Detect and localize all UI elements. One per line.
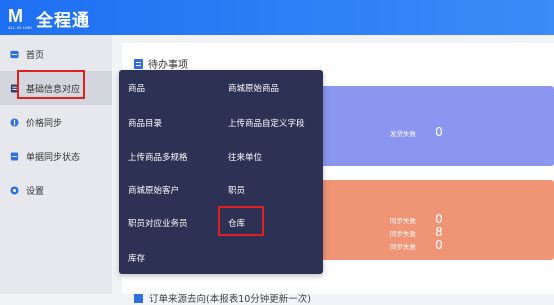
submenu-item-upload-multi-spec[interactable]: 上传商品多规格: [128, 151, 188, 163]
submenu-item-inventory[interactable]: 库存: [128, 252, 145, 264]
submenu-item-upload-custom-fields[interactable]: 上传商品自定义字段: [228, 117, 305, 129]
todo-title: 待办事项: [148, 60, 188, 71]
gear-icon: [10, 185, 19, 195]
warehouse-highlight-box: [218, 206, 264, 236]
sidebar-item-doc-sync-status[interactable]: 单据同步状态: [0, 139, 112, 173]
todo-header: 待办事项: [134, 56, 188, 71]
home-icon: [10, 50, 19, 58]
submenu-item-product[interactable]: 商品: [128, 82, 145, 94]
logo-subtitle: ALL IN LINK: [8, 25, 33, 30]
submenu-item-product-catalog[interactable]: 商品目录: [128, 117, 162, 129]
logo-mark-letter: M: [8, 6, 23, 26]
top-bar: M ALL IN LINK 全程通: [0, 0, 554, 35]
basic-info-submenu: 商品 商城原始商品 商品目录 上传商品自定义字段 上传商品多规格 往来单位 商城…: [119, 70, 323, 274]
submenu-item-mall-original-customer[interactable]: 商城原始客户: [128, 184, 179, 196]
app-logo[interactable]: M ALL IN LINK 全程通: [8, 4, 90, 32]
sidebar-item-label: 价格同步: [26, 118, 63, 129]
stat-row[interactable]: 同步失败 0: [390, 234, 443, 253]
stat-label: 发货失败: [390, 130, 416, 138]
submenu-item-staff-salesperson[interactable]: 职员对应业务员: [128, 217, 188, 229]
stat-row[interactable]: 发货失败 0: [390, 121, 443, 140]
sidebar-item-settings[interactable]: 设置: [0, 173, 112, 207]
sidebar-item-label: 单据同步状态: [26, 152, 81, 163]
stat-value: 0: [435, 125, 443, 139]
sidebar-item-home[interactable]: 首页: [0, 37, 112, 71]
price-icon: [10, 117, 19, 127]
stat-value: 0: [435, 238, 443, 252]
todo-icon: [134, 58, 143, 69]
sidebar-item-price-sync[interactable]: 价格同步: [0, 105, 112, 139]
submenu-item-trading-partners[interactable]: 往来单位: [228, 151, 262, 163]
report-icon: [134, 293, 143, 303]
stat-label: 同步失败: [390, 243, 416, 251]
submenu-item-mall-original-product[interactable]: 商城原始商品: [228, 82, 279, 94]
submenu-item-staff[interactable]: 职员: [228, 184, 245, 196]
order-source-header: 订单来源去向(本报表10分钟更新一次): [134, 291, 311, 305]
order-source-title: 订单来源去向(本报表10分钟更新一次): [149, 294, 312, 305]
logo-mark: M ALL IN LINK: [8, 6, 34, 30]
sidebar-item-label: 首页: [26, 50, 45, 61]
sidebar-highlight-box: [17, 70, 85, 99]
list-icon: [10, 151, 19, 161]
logo-text: 全程通: [36, 10, 90, 31]
sidebar-item-label: 设置: [26, 186, 45, 197]
